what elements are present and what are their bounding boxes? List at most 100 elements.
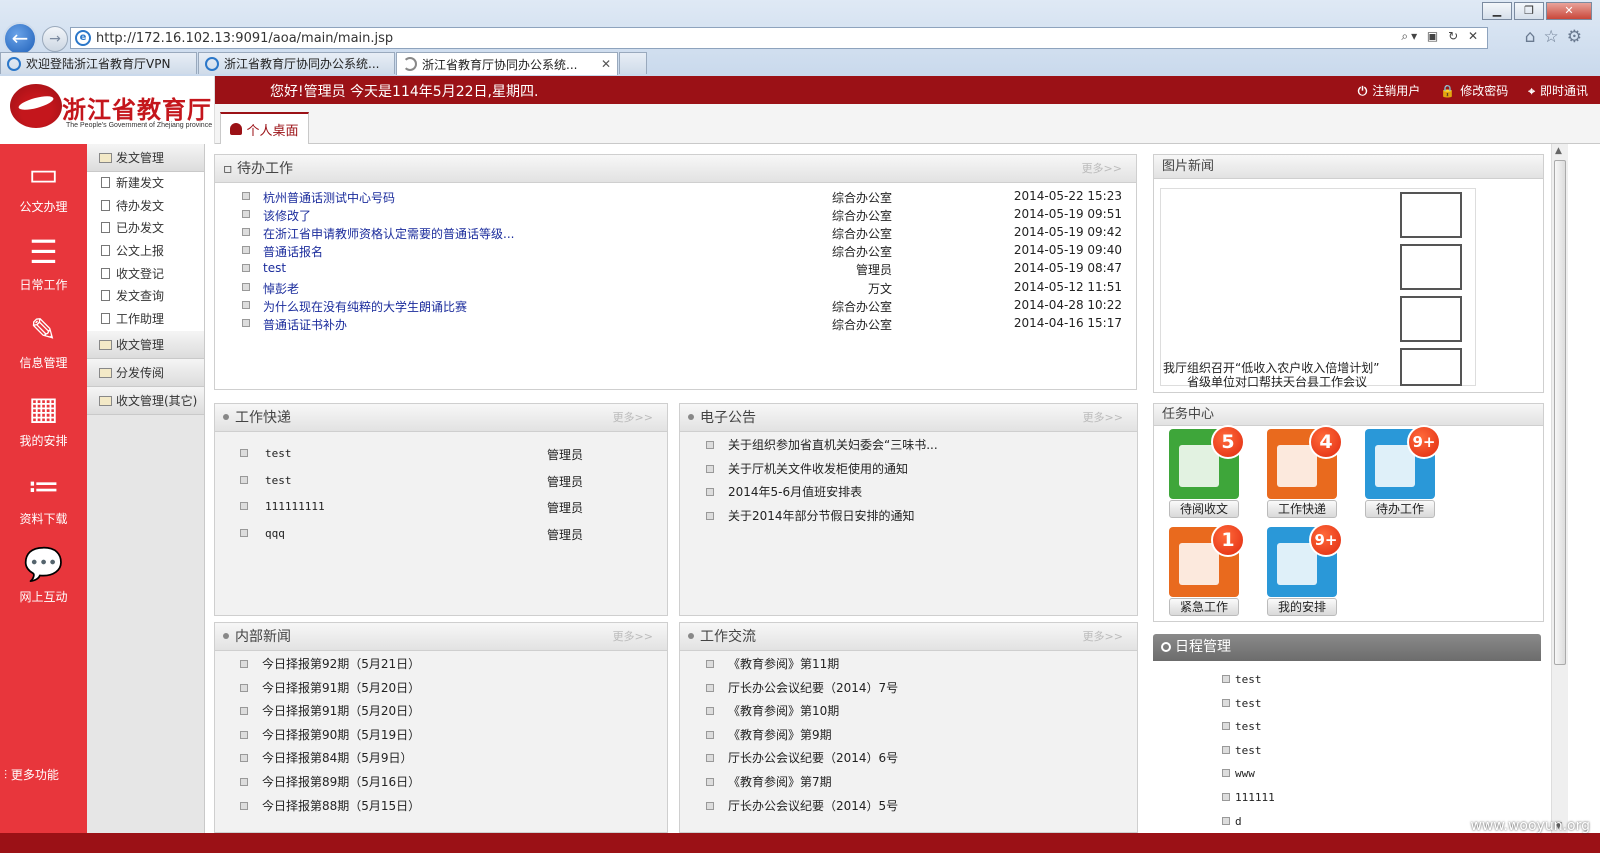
schedule-title[interactable]: www bbox=[1235, 767, 1255, 780]
list-item[interactable]: 关于组织参加省直机关妇委会“三味书... bbox=[706, 436, 1126, 453]
picture-news-caption[interactable]: 省级单位对口帮扶天台县工作会议 bbox=[1187, 373, 1367, 390]
scroll-up-icon[interactable]: ▲ bbox=[1555, 146, 1562, 156]
list-item[interactable]: 今日择报第89期（5月16日） bbox=[240, 773, 660, 790]
schedule-title[interactable]: test bbox=[1235, 697, 1262, 710]
table-row[interactable]: 普通话报名 综合办公室 2014-05-19 09:40 bbox=[242, 243, 1122, 259]
list-item[interactable]: test 管理员 bbox=[240, 473, 640, 489]
table-row[interactable]: 在浙江省申请教师资格认定需要的普通话等级... 综合办公室 2014-05-19 0… bbox=[242, 225, 1122, 242]
submenu-group-outgoing[interactable]: 发文管理 bbox=[87, 144, 204, 172]
logout-link[interactable]: ⏻ 注销用户 bbox=[1358, 82, 1421, 99]
list-item[interactable]: qqq 管理员 bbox=[240, 526, 640, 542]
close-window-button[interactable]: ✕ bbox=[1546, 2, 1592, 20]
list-item[interactable]: 今日择报第91期（5月20日） bbox=[240, 702, 660, 719]
change-password-link[interactable]: 🔒 修改密码 bbox=[1440, 82, 1508, 99]
submenu-item[interactable]: 收文登记 bbox=[87, 263, 204, 286]
browser-toolbar-icons[interactable]: ⌂☆⚙ bbox=[1525, 27, 1590, 47]
todo-title[interactable]: 悼彭老 bbox=[263, 280, 299, 297]
tab-personal-desktop[interactable]: 个人桌面 bbox=[220, 112, 309, 144]
schedule-title[interactable]: test bbox=[1235, 673, 1262, 686]
todo-title[interactable]: 在浙江省申请教师资格认定需要的普通话等级... bbox=[263, 225, 514, 242]
news-title[interactable]: 今日择报第91期（5月20日） bbox=[262, 681, 420, 695]
picture-thumbnail[interactable] bbox=[1400, 348, 1462, 386]
task-tile[interactable]: 5 待阅收文 bbox=[1169, 425, 1245, 518]
address-tools-icons[interactable]: ⌕▾ ▣ ↻ ✕ bbox=[1401, 29, 1481, 44]
list-item[interactable]: 厅长办公会议纪要（2014）7号 bbox=[706, 679, 1126, 696]
nav-my-schedule[interactable]: ▦ 我的安排 bbox=[0, 390, 87, 449]
picture-thumbnail[interactable] bbox=[1400, 296, 1462, 342]
exchange-title[interactable]: 《教育参阅》第10期 bbox=[728, 704, 839, 718]
list-item[interactable]: 厅长办公会议纪要（2014）6号 bbox=[706, 749, 1126, 766]
express-title[interactable]: 111111111 bbox=[265, 500, 325, 513]
list-item[interactable]: 今日择报第91期（5月20日） bbox=[240, 679, 660, 696]
exchange-title[interactable]: 《教育参阅》第9期 bbox=[728, 728, 832, 742]
list-item[interactable]: 今日择报第92期（5月21日） bbox=[240, 655, 660, 672]
notice-title[interactable]: 2014年5-6月值班安排表 bbox=[728, 485, 862, 499]
schedule-title[interactable]: d bbox=[1235, 815, 1242, 828]
news-title[interactable]: 今日择报第88期（5月15日） bbox=[262, 799, 420, 813]
list-item[interactable]: 111111111 管理员 bbox=[240, 499, 640, 515]
list-item[interactable]: 《教育参阅》第9期 bbox=[706, 726, 1126, 743]
instant-message-link[interactable]: ⌖ 即时通讯 bbox=[1528, 82, 1588, 99]
table-row[interactable]: test 管理员 2014-05-19 08:47 bbox=[242, 261, 1122, 277]
list-item[interactable]: 《教育参阅》第10期 bbox=[706, 702, 1126, 719]
address-bar[interactable]: e http://172.16.102.13:9091/aoa/main/mai… bbox=[70, 27, 1488, 49]
list-item[interactable]: test bbox=[1222, 719, 1522, 733]
news-title[interactable]: 今日择报第84期（5月9日） bbox=[262, 751, 413, 765]
table-row[interactable]: 为什么现在没有纯粹的大学生朗诵比赛 综合办公室 2014-04-28 10:22 bbox=[242, 298, 1122, 314]
news-more-link[interactable]: 更多>> bbox=[613, 623, 653, 651]
submenu-item[interactable]: 待办发文 bbox=[87, 195, 204, 218]
schedule-title[interactable]: test bbox=[1235, 720, 1262, 733]
notice-title[interactable]: 关于厅机关文件收发柜使用的通知 bbox=[728, 462, 908, 476]
back-button[interactable]: ← bbox=[3, 22, 37, 56]
news-title[interactable]: 今日择报第90期（5月19日） bbox=[262, 728, 420, 742]
list-item[interactable]: 111111 bbox=[1222, 790, 1522, 804]
express-title[interactable]: qqq bbox=[265, 527, 285, 540]
exchange-title[interactable]: 《教育参阅》第7期 bbox=[728, 775, 832, 789]
browser-tab[interactable]: 浙江省教育厅协同办公系统... bbox=[198, 52, 395, 74]
express-title[interactable]: test bbox=[265, 447, 292, 460]
submenu-item[interactable]: 已办发文 bbox=[87, 217, 204, 240]
schedule-title[interactable]: 111111 bbox=[1235, 791, 1275, 804]
exchange-title[interactable]: 厅长办公会议纪要（2014）5号 bbox=[728, 799, 898, 813]
nav-downloads[interactable]: ≔ 资料下载 bbox=[0, 468, 87, 527]
exchange-more-link[interactable]: 更多>> bbox=[1083, 623, 1123, 651]
submenu-group-incoming-other[interactable]: 收文管理(其它) bbox=[87, 386, 204, 415]
news-title[interactable]: 今日择报第91期（5月20日） bbox=[262, 704, 420, 718]
todo-title[interactable]: 杭州普通话测试中心号码 bbox=[263, 189, 395, 206]
new-tab-button[interactable] bbox=[619, 52, 647, 74]
exchange-title[interactable]: 厅长办公会议纪要（2014）7号 bbox=[728, 681, 898, 695]
forward-button[interactable]: → bbox=[42, 26, 68, 52]
address-url[interactable]: http://172.16.102.13:9091/aoa/main/main.… bbox=[96, 31, 393, 46]
list-item[interactable]: 《教育参阅》第7期 bbox=[706, 773, 1126, 790]
notice-title[interactable]: 关于组织参加省直机关妇委会“三味书... bbox=[728, 438, 938, 452]
todo-title[interactable]: 该修改了 bbox=[263, 207, 311, 224]
submenu-item[interactable]: 工作助理 bbox=[87, 308, 204, 331]
schedule-title[interactable]: test bbox=[1235, 744, 1262, 757]
maximize-button[interactable]: ❐ bbox=[1514, 2, 1544, 20]
table-row[interactable]: 杭州普通话测试中心号码 综合办公室 2014-05-22 15:23 bbox=[242, 189, 1122, 206]
todo-title[interactable]: 普通话证书补办 bbox=[263, 316, 347, 333]
nav-document-processing[interactable]: ▭ 公文办理 bbox=[0, 156, 87, 215]
submenu-item[interactable]: 新建发文 bbox=[87, 172, 204, 195]
task-tile[interactable]: 9+ 待办工作 bbox=[1365, 425, 1441, 518]
picture-thumbnail[interactable] bbox=[1400, 192, 1462, 238]
exchange-title[interactable]: 《教育参阅》第11期 bbox=[728, 657, 839, 671]
exchange-title[interactable]: 厅长办公会议纪要（2014）6号 bbox=[728, 751, 898, 765]
task-tile[interactable]: 9+ 我的安排 bbox=[1267, 523, 1343, 616]
list-item[interactable]: 关于2014年部分节假日安排的通知 bbox=[706, 507, 1126, 524]
nav-more-functions[interactable]: ⫶ 更多功能 bbox=[4, 766, 59, 783]
nav-online-interaction[interactable]: 💬 网上互动 bbox=[0, 546, 87, 605]
list-item[interactable]: test bbox=[1222, 672, 1522, 686]
list-item[interactable]: 今日择报第90期（5月19日） bbox=[240, 726, 660, 743]
browser-tab[interactable]: 欢迎登陆浙江省教育厅VPN bbox=[0, 52, 197, 74]
submenu-item[interactable]: 发文查询 bbox=[87, 285, 204, 308]
browser-tab-active[interactable]: 浙江省教育厅协同办公系统... ✕ bbox=[396, 52, 618, 75]
list-item[interactable]: 《教育参阅》第11期 bbox=[706, 655, 1126, 672]
close-tab-icon[interactable]: ✕ bbox=[601, 57, 611, 71]
table-row[interactable]: 悼彭老 万文 2014-05-12 11:51 bbox=[242, 280, 1122, 297]
news-title[interactable]: 今日择报第89期（5月16日） bbox=[262, 775, 420, 789]
todo-more-link[interactable]: 更多>> bbox=[1082, 155, 1122, 183]
list-item[interactable]: test bbox=[1222, 696, 1522, 710]
table-row[interactable]: 普通话证书补办 综合办公室 2014-04-16 15:17 bbox=[242, 316, 1122, 333]
list-item[interactable]: 2014年5-6月值班安排表 bbox=[706, 483, 1126, 500]
